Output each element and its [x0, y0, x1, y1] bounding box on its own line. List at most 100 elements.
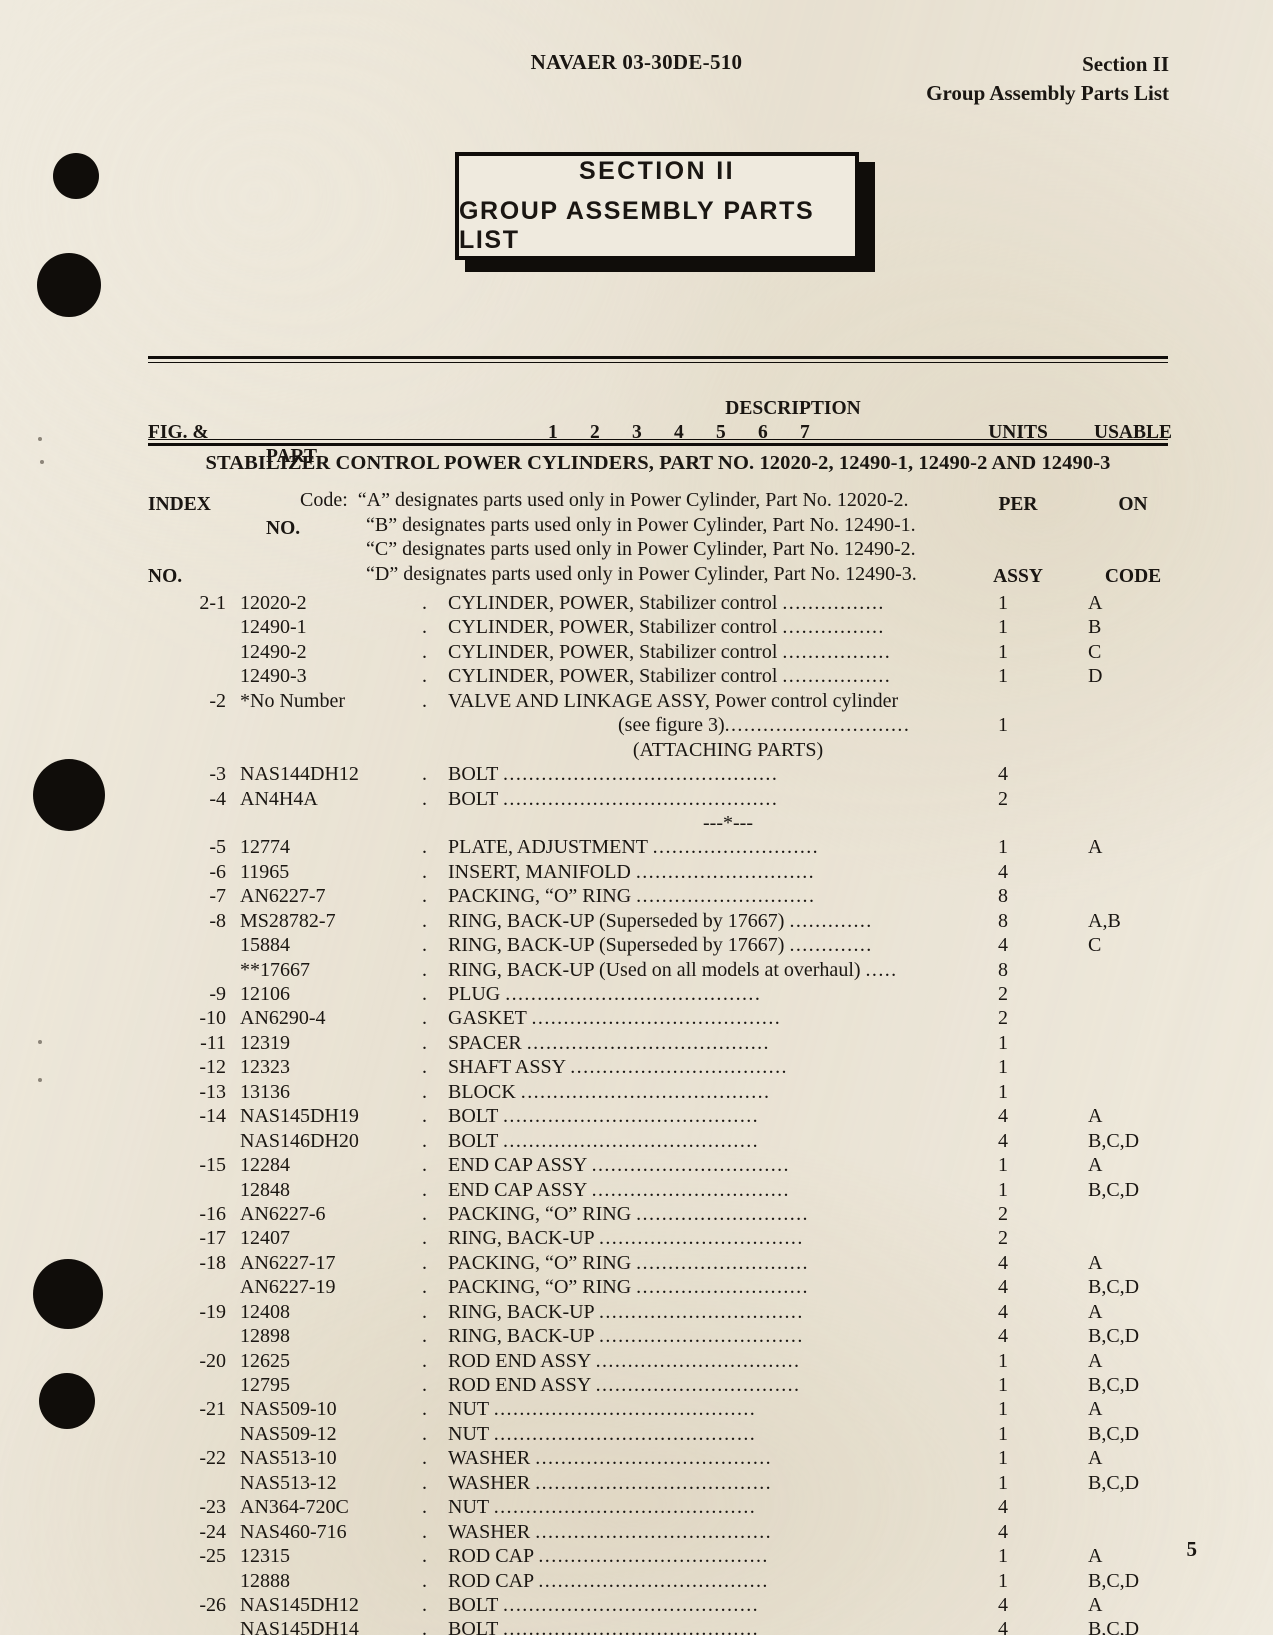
indent-digit-4: 4: [674, 422, 684, 443]
row-description: SPACER .................................…: [448, 1031, 770, 1054]
row-units-per-assy: 1: [998, 665, 1008, 688]
indent-digit-6: 6: [758, 422, 768, 443]
parts-row: -19 12408. RING, BACK-UP .................…: [148, 1301, 1172, 1325]
row-description: ROD END ASSY ...........................…: [448, 1374, 801, 1396]
row-index-no: -15: [199, 1154, 226, 1177]
row-indent-dot: .: [422, 1056, 427, 1079]
row-dot-leader: ............................: [635, 860, 816, 883]
row-units-per-assy: 1: [998, 1422, 1008, 1445]
row-indent-dot: .: [422, 1496, 427, 1519]
row-description: NUT ....................................…: [448, 1496, 757, 1519]
parts-row: -5 12774. PLATE, ADJUSTMENT ..............…: [148, 836, 1172, 860]
row-indent-dot: .: [422, 787, 427, 810]
parts-row: -4 AN4H4A. BOLT ..........................…: [148, 788, 1172, 812]
binder-hole-mark: [33, 759, 105, 831]
row-description: PACKING, “O” RING ......................…: [448, 885, 816, 908]
row-index-no: -26: [199, 1593, 226, 1616]
row-dot-leader: ........................................…: [503, 787, 779, 810]
row-description: PACKING, “O” RING ......................…: [448, 1276, 809, 1299]
row-dot-leader: ...........................: [636, 1251, 809, 1274]
row-index-no: -22: [199, 1447, 226, 1470]
row-part-no: AN6227-17: [240, 1251, 336, 1274]
indent-digit-7: 7: [800, 422, 810, 443]
row-index-no: -11: [200, 1031, 226, 1054]
document-page: NAVAER 03-30DE-510 Section II Group Asse…: [0, 0, 1273, 1635]
margin-speck: [38, 1040, 42, 1044]
row-usable-on-code: A: [1088, 1447, 1103, 1470]
code-legend-line: Code: “A” designates parts used only in …: [300, 488, 917, 513]
row-dot-leader: .................: [782, 640, 892, 663]
row-indent-dot: .: [422, 836, 427, 859]
section-title-plate: SECTION II GROUP ASSEMBLY PARTS LIST: [455, 152, 875, 272]
row-indent-dot: .: [422, 909, 427, 932]
row-units-per-assy: 1: [998, 1545, 1008, 1568]
row-description: BOLT ...................................…: [448, 763, 779, 786]
section-plate-box: SECTION II GROUP ASSEMBLY PARTS LIST: [455, 152, 859, 260]
parts-row: ---*---: [148, 812, 1172, 836]
row-part-no: 12490-2: [240, 640, 307, 663]
row-part-no: NAS145DH19: [240, 1105, 359, 1128]
parts-row: 12490-1. CYLINDER, POWER, Stabilizer cont…: [148, 616, 1172, 640]
code-legend-text: “C” designates parts used only in Power …: [366, 538, 916, 560]
parts-row: -17 12407. RING, BACK-UP .................…: [148, 1227, 1172, 1251]
row-dot-leader: .............................: [724, 714, 911, 737]
row-dot-leader: .......................................: [520, 1080, 771, 1103]
code-legend-indent: [300, 514, 366, 536]
parts-row: NAS509-12. NUT ..........................…: [148, 1423, 1172, 1447]
parts-row: 2-1 12020-2. CYLINDER, POWER, Stabilizer c…: [148, 592, 1172, 616]
parts-row: -10 AN6290-4. GASKET .....................…: [148, 1007, 1172, 1031]
code-legend-label: Code:: [300, 489, 358, 511]
page-number: 5: [1186, 1537, 1198, 1561]
row-dot-leader: .......................................: [531, 1007, 782, 1030]
row-usable-on-code: A: [1088, 1105, 1103, 1128]
row-usable-on-code: C: [1088, 934, 1102, 957]
parts-row: -12 12323. SHAFT ASSY ....................…: [148, 1056, 1172, 1080]
row-part-no: 12284: [240, 1154, 290, 1177]
row-part-no: NAS513-10: [240, 1447, 337, 1470]
row-units-per-assy: 8: [998, 958, 1008, 981]
row-dot-leader: ........................................…: [493, 1496, 757, 1519]
row-index-no: -14: [199, 1105, 226, 1128]
code-legend-line: “B” designates parts used only in Power …: [300, 513, 917, 538]
row-usable-on-code: A: [1088, 1251, 1103, 1274]
row-indent-dot: .: [422, 1447, 427, 1470]
parts-row: -22 NAS513-10. WASHER ....................…: [148, 1447, 1172, 1471]
row-usable-on-code: B: [1088, 616, 1102, 639]
parts-row: 12888. ROD CAP ..........................…: [148, 1570, 1172, 1594]
row-index-no: -3: [209, 763, 226, 786]
header-subtitle-label: Group Assembly Parts List: [926, 81, 1169, 105]
row-dot-leader: .....................................: [535, 1520, 773, 1543]
row-description: CYLINDER, POWER, Stabilizer control ....…: [448, 592, 885, 614]
row-indent-dot: .: [422, 616, 427, 639]
code-legend: Code: “A” designates parts used only in …: [300, 488, 917, 586]
row-description: RING, BACK-UP (Superseded by 17667) ....…: [448, 909, 873, 932]
row-part-no: AN364-720C: [240, 1496, 349, 1519]
row-indent-dot: .: [422, 860, 427, 883]
parts-row: 12898. RING, BACK-UP ....................…: [148, 1325, 1172, 1349]
row-index-no: -13: [199, 1080, 226, 1103]
row-indent-dot: .: [422, 1300, 427, 1323]
row-indent-dot: .: [422, 1154, 427, 1177]
indent-digit-2: 2: [590, 422, 600, 443]
row-part-no: 11965: [240, 860, 290, 883]
parts-row: (see figure 3)..........................…: [148, 714, 1172, 738]
row-units-per-assy: 4: [998, 1276, 1008, 1299]
row-description: CYLINDER, POWER, Stabilizer control ....…: [448, 640, 892, 663]
row-part-no: 12888: [240, 1569, 290, 1592]
row-index-no: -5: [209, 836, 226, 859]
row-usable-on-code: B,C,D: [1088, 1471, 1140, 1494]
row-description: PLATE, ADJUSTMENT ......................…: [448, 836, 820, 859]
row-part-no: NAS146DH20: [240, 1129, 359, 1152]
row-dot-leader: ........................................…: [493, 1422, 757, 1445]
row-description: PACKING, “O” RING ......................…: [448, 1202, 809, 1225]
row-units-per-assy: 1: [998, 616, 1008, 639]
row-usable-on-code: A: [1088, 1300, 1103, 1323]
row-units-per-assy: 2: [998, 1007, 1008, 1030]
code-legend-indent: [300, 563, 366, 585]
parts-row: NAS145DH14. BOLT ........................…: [148, 1618, 1172, 1635]
row-dot-leader: ............................: [636, 885, 816, 908]
row-part-no: 12408: [240, 1300, 290, 1323]
row-dot-leader: ........................................: [503, 1105, 760, 1128]
row-part-no: 12898: [240, 1325, 290, 1348]
row-index-no: -18: [199, 1251, 226, 1274]
